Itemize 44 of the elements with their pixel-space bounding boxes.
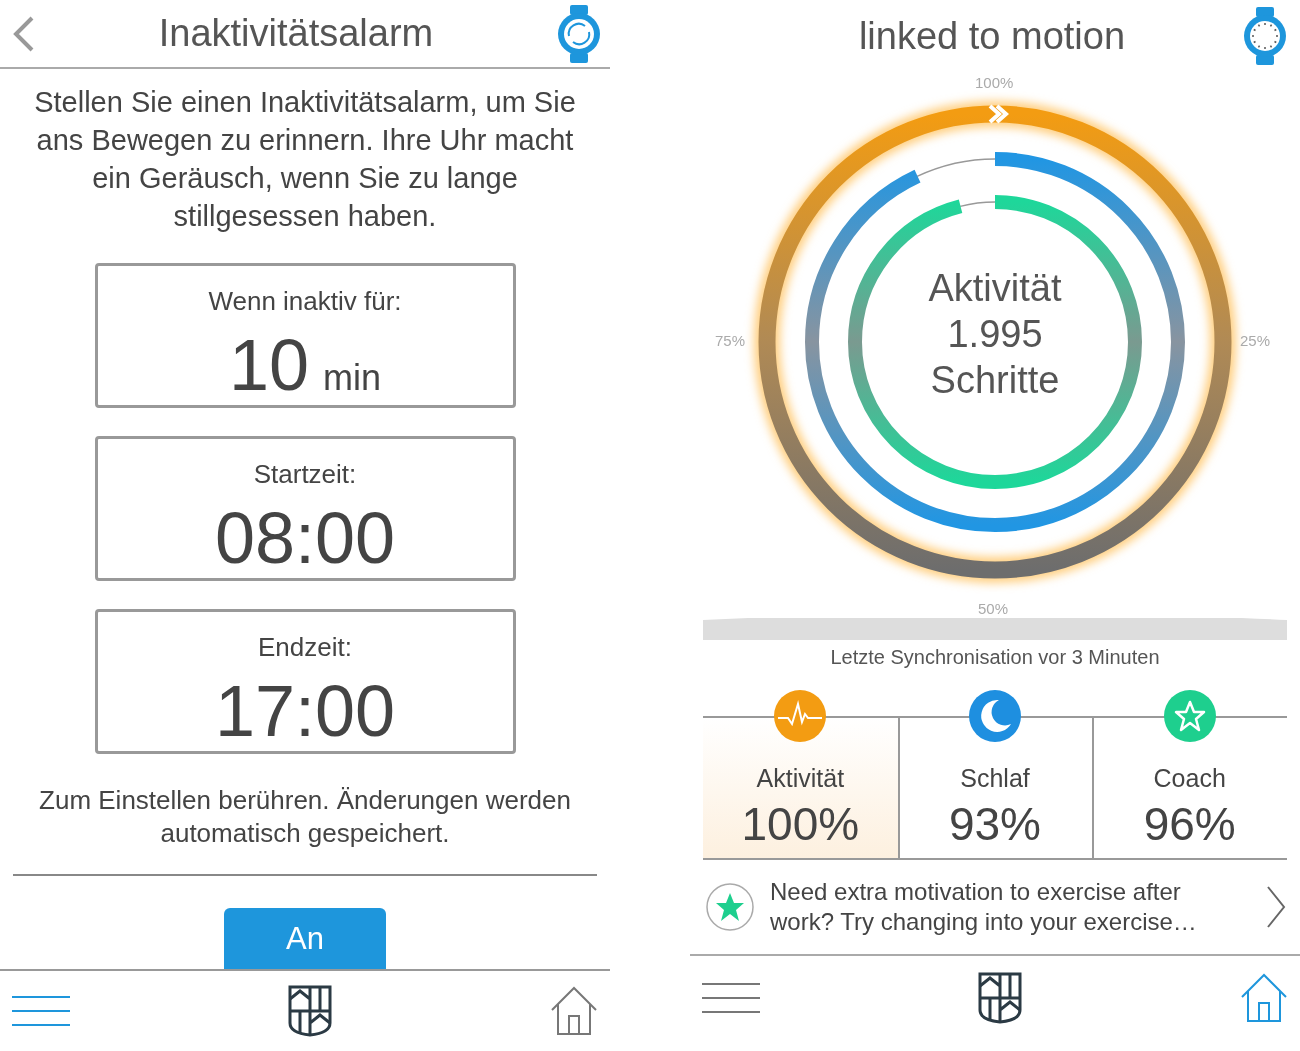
tick-label: 75% [715,331,746,351]
setting-value: 10 [228,329,310,402]
setting-label: Wenn inaktiv für: [208,285,402,319]
stat-label: Aktivität [756,763,845,794]
menu-icon[interactable] [702,981,760,1014]
stat-label: Schlaf [960,763,1030,794]
setting-box[interactable]: Startzeit: 08:00 [94,436,516,582]
stat-tile[interactable]: Schlaf 93% [897,690,1093,858]
chevron-icon [988,104,1009,124]
watch-icon[interactable] [1242,6,1288,66]
description-text: Stellen Sie einen Inaktivitätsalarm, um Sie ans Bewegen zu erinnern. Ihre Uhr macht ein Geräusch, wenn Sie zu lange stillgesessen haben. [33,85,577,235]
stat-value: 96% [1143,797,1236,850]
stat-value: 93% [948,797,1042,850]
gap-line [959,201,996,208]
home-icon[interactable] [550,986,598,1037]
hint-text: Zum Einstellen berühren. Änderungen werden automatisch gespeichert. [38,784,572,851]
center-text: Schritte [930,358,1060,403]
sync-text: Letzte Synchronisation vor 3 Minuten [829,645,1161,670]
screen-title: Inaktivitätsalarm [158,11,434,57]
setting-box[interactable]: Wenn inaktiv für: 10 min [94,263,516,409]
menu-icon[interactable] [12,995,70,1028]
screen-title: linked to motion [858,13,1126,59]
center-text: 1.995 [947,312,1043,357]
home-icon[interactable] [1240,972,1288,1023]
setting-label: Endzeit: [258,631,352,665]
watch-sync-icon[interactable] [556,3,602,64]
tick-label: 100% [975,73,1014,93]
unit-text: min [323,360,382,397]
stat-value: 100% [741,797,860,850]
tick-label: 25% [1240,331,1271,351]
setting-value: 08:00 [214,502,396,575]
stat-label: Coach [1153,763,1226,794]
center-text: Aktivität [928,266,1062,311]
setting-value: 17:00 [214,675,396,748]
crest-icon[interactable] [978,971,1022,1024]
setting-label: Startzeit: [253,458,357,492]
back-icon[interactable] [12,15,36,52]
stat-tile[interactable]: Coach 96% [1092,690,1287,858]
setting-box[interactable]: Endzeit: 17:00 [94,609,516,755]
stat-tile[interactable]: Aktivität 100% [703,690,898,858]
tip-text[interactable]: Need extra motivation to exercise after work? Try changing into your exercise… [770,877,1250,937]
chevron-right-icon[interactable] [1266,885,1286,929]
tick-label: 50% [978,599,1009,619]
crest-icon[interactable] [288,985,332,1038]
